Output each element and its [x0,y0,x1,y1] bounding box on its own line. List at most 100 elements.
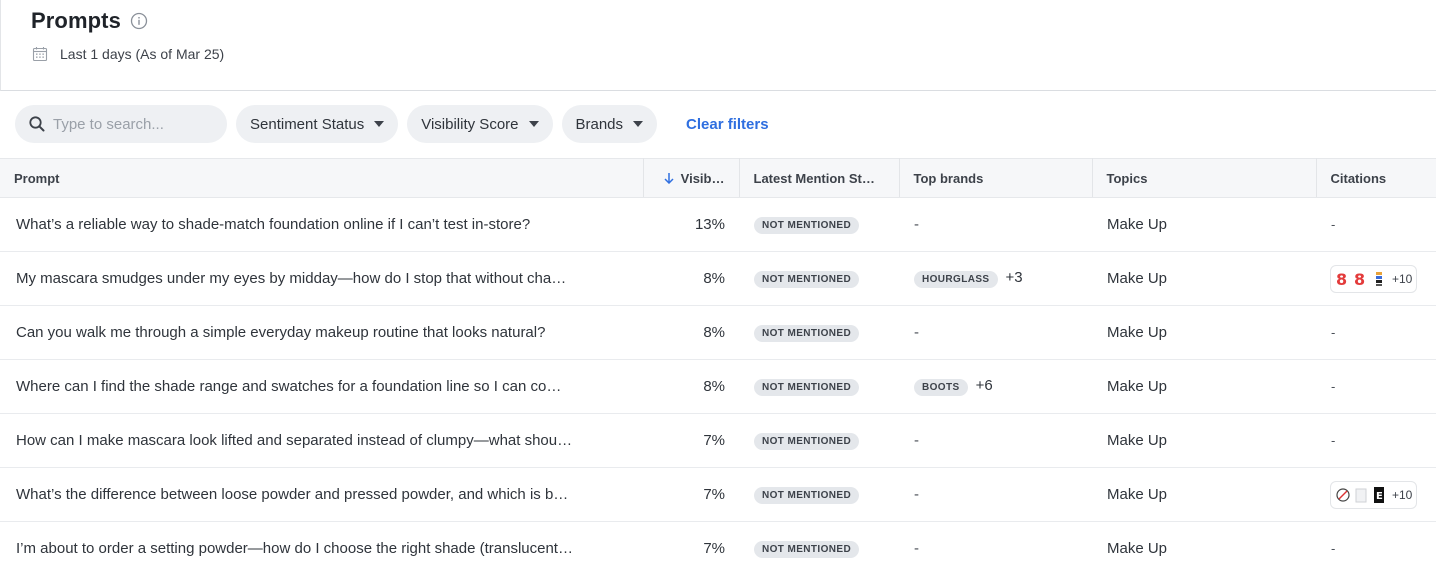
mention-status-cell: NOT MENTIONED [739,252,899,306]
column-header-visibility[interactable]: Visib… [643,158,740,198]
empty-brand: - [914,540,919,557]
clear-filters-button[interactable]: Clear filters [686,116,769,133]
column-header-top-brands[interactable]: Top brands [899,158,1093,198]
visibility-cell: 8% [703,324,725,341]
page-title: Prompts [31,8,121,33]
table-row[interactable]: My mascara smudges under my eyes by midd… [0,252,1436,306]
prompt-cell[interactable]: What’s a reliable way to shade-match fou… [0,198,643,252]
caret-down-icon [633,121,644,127]
sentiment-status-filter[interactable]: Sentiment Status [236,105,399,143]
citation-favicon-icon: 8 [1354,270,1365,288]
visibility-cell: 8% [703,270,725,287]
brands-filter[interactable]: Brands [561,105,658,143]
mention-status-cell: NOT MENTIONED [739,522,899,571]
date-range-label: Last 1 days (As of Mar 25) [60,46,225,62]
info-icon[interactable] [130,12,148,30]
calendar-icon [32,46,48,62]
prompt-cell[interactable]: How can I make mascara look lifted and s… [0,414,643,468]
citation-favicon-icon [1376,271,1382,286]
visibility-cell: 13% [694,216,725,233]
caret-down-icon [528,121,539,127]
table-row[interactable]: Where can I find the shade range and swa… [0,360,1436,414]
top-brands-cell: - [899,306,1092,360]
table-row[interactable]: I’m about to order a setting powder—how … [0,522,1436,571]
citations-cell: - [1316,198,1436,252]
status-badge: NOT MENTIONED [754,217,860,234]
empty-brand: - [914,486,919,503]
mention-status-cell: NOT MENTIONED [739,468,899,522]
topic-cell: Make Up [1107,432,1168,449]
empty-brand: - [914,432,919,449]
prompt-cell[interactable]: My mascara smudges under my eyes by midd… [0,252,643,306]
column-header-latest-mention[interactable]: Latest Mention St… [739,158,900,198]
visibility-cell: 7% [703,432,725,449]
brand-badge: BOOTS [914,379,968,396]
column-header-citations[interactable]: Citations [1316,158,1436,198]
caret-down-icon [374,121,385,127]
citations-cell: E +10 [1316,468,1436,522]
citation-favicon-icon [1336,487,1350,502]
search-input[interactable] [53,115,203,133]
empty-citations: - [1331,217,1336,232]
arrow-down-icon [663,172,675,184]
column-header-prompt[interactable]: Prompt [0,158,644,198]
citations-cell: - [1316,360,1436,414]
top-brands-cell: - [899,468,1092,522]
citations-pill[interactable]: E +10 [1330,480,1418,509]
brand-more-count[interactable]: +6 [976,377,993,394]
table-row[interactable]: How can I make mascara look lifted and s… [0,414,1436,468]
mention-status-cell: NOT MENTIONED [739,198,899,252]
citations-cell: - [1316,414,1436,468]
topic-cell: Make Up [1107,378,1168,395]
empty-citations: - [1331,541,1336,556]
top-brands-cell: - [899,198,1092,252]
status-badge: NOT MENTIONED [754,379,860,396]
chip-label: Sentiment Status [250,115,365,133]
citations-pill[interactable]: 8 8 +10 [1330,264,1418,293]
topic-cell: Make Up [1107,324,1168,341]
top-brands-cell: HOURGLASS +3 [899,252,1092,306]
citations-cell: - [1316,306,1436,360]
empty-brand: - [914,324,919,341]
mention-status-cell: NOT MENTIONED [739,360,899,414]
empty-brand: - [914,216,919,233]
filter-bar: Sentiment Status Visibility Score Brands… [15,105,769,143]
topic-cell: Make Up [1107,270,1168,287]
svg-text:E: E [1376,491,1383,502]
chip-label: Visibility Score [421,115,519,133]
table-row[interactable]: What’s the difference between loose powd… [0,468,1436,522]
top-brands-cell: BOOTS +6 [899,360,1092,414]
brand-badge: HOURGLASS [914,271,998,288]
prompt-cell[interactable]: What’s the difference between loose powd… [0,468,643,522]
prompt-cell[interactable]: I’m about to order a setting powder—how … [0,522,643,571]
citation-favicon-icon: E [1374,486,1384,503]
citation-favicon-icon [1355,488,1367,502]
mention-status-cell: NOT MENTIONED [739,306,899,360]
citations-cell: 8 8 +10 [1316,252,1436,306]
brand-more-count[interactable]: +3 [1006,269,1023,286]
visibility-cell: 7% [703,486,725,503]
table-row[interactable]: What’s a reliable way to shade-match fou… [0,198,1436,252]
status-badge: NOT MENTIONED [754,487,860,504]
status-badge: NOT MENTIONED [754,325,860,342]
table-row[interactable]: Can you walk me through a simple everyda… [0,306,1436,360]
prompt-cell[interactable]: Can you walk me through a simple everyda… [0,306,643,360]
topic-cell: Make Up [1107,216,1168,233]
topic-cell: Make Up [1107,486,1168,503]
citation-favicon-icon: 8 [1336,270,1347,288]
mention-status-cell: NOT MENTIONED [739,414,899,468]
visibility-cell: 7% [703,540,725,557]
svg-text:8: 8 [1336,270,1347,288]
empty-citations: - [1331,325,1336,340]
topic-cell: Make Up [1107,540,1168,557]
visibility-score-filter[interactable]: Visibility Score [407,105,553,143]
citations-cell: - [1316,522,1436,571]
column-header-topics[interactable]: Topics [1092,158,1317,198]
table-header-row: Prompt Visib… Latest Mention St… Top bra… [0,158,1436,198]
search-box[interactable] [15,105,227,143]
top-brands-cell: - [899,414,1092,468]
status-badge: NOT MENTIONED [754,271,860,288]
empty-citations: - [1331,433,1336,448]
column-header-label: Visib… [680,170,725,186]
prompt-cell[interactable]: Where can I find the shade range and swa… [0,360,643,414]
